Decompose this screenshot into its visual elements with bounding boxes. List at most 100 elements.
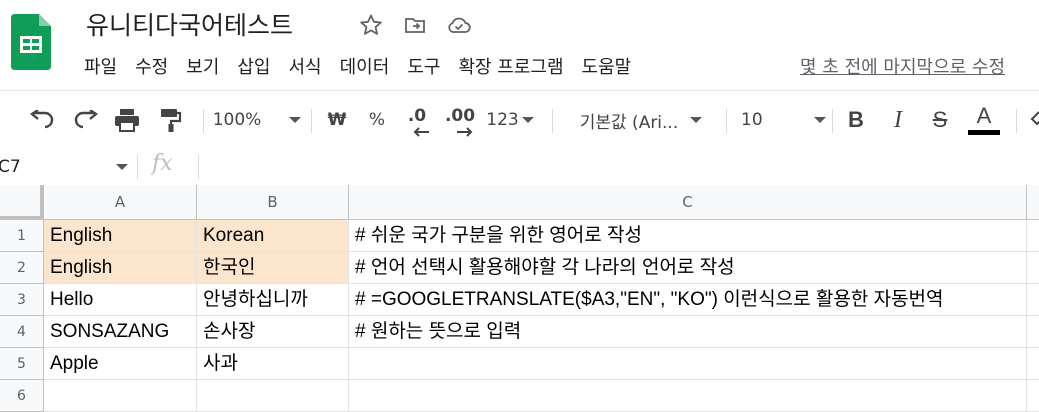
text-color-button[interactable]: A	[966, 91, 1002, 149]
cell-b3[interactable]: 안녕하십니까	[197, 284, 349, 316]
cell-c6[interactable]	[349, 380, 1027, 412]
paint-format-icon[interactable]	[154, 91, 188, 149]
cell-c2[interactable]: # 언어 선택시 활용해야할 각 나라의 언어로 작성	[349, 252, 1027, 284]
row-header-2[interactable]: 2	[0, 252, 44, 284]
cell-b2[interactable]: 한국인	[197, 252, 349, 284]
chevron-down-icon	[690, 117, 703, 123]
cell-d2[interactable]	[1027, 252, 1039, 284]
spreadsheet-grid: A B C 1 2 3 4 5 6 English Korean # 쉬운 국가…	[0, 185, 1039, 412]
document-title[interactable]: 유니티다국어테스트	[86, 6, 293, 42]
column-header-b[interactable]: B	[197, 185, 349, 220]
number-format-select[interactable]: 123	[484, 91, 536, 149]
row-header-3[interactable]: 3	[0, 284, 44, 316]
formula-divider	[137, 155, 138, 179]
cell-c5[interactable]	[349, 348, 1027, 380]
name-box[interactable]: C7	[0, 149, 130, 185]
cell-a5[interactable]: Apple	[44, 348, 197, 380]
currency-format-button[interactable]: ₩	[322, 91, 352, 149]
italic-button[interactable]: I	[884, 91, 912, 149]
undo-icon[interactable]	[26, 91, 60, 149]
cell-b6[interactable]	[197, 380, 349, 412]
chevron-down-icon	[521, 117, 534, 123]
cell-a6[interactable]	[44, 380, 197, 412]
google-sheets-logo-icon[interactable]	[11, 14, 51, 70]
fill-color-icon[interactable]	[1026, 91, 1039, 149]
column-header-d[interactable]	[1027, 185, 1039, 220]
cell-c4[interactable]: # 원하는 뜻으로 입력	[349, 316, 1027, 348]
zoom-value: 100%	[212, 110, 262, 130]
toolbar-divider	[552, 109, 553, 133]
font-family-label: 기본값 (Ari...	[579, 112, 679, 133]
font-family-select[interactable]: 기본값 (Ari...	[566, 91, 716, 149]
number-format-label: 123	[486, 110, 519, 130]
cell-a2[interactable]: English	[44, 252, 197, 284]
menu-format[interactable]: 서식	[289, 54, 334, 82]
percent-label: %	[368, 110, 386, 130]
last-edit-link[interactable]: 몇 초 전에 마지막으로 수정	[800, 54, 1005, 82]
cell-b4[interactable]: 손사장	[197, 316, 349, 348]
increase-decimal-button[interactable]: .00	[442, 91, 478, 149]
menu-help[interactable]: 도움말	[582, 54, 644, 82]
arrow-right-icon	[457, 127, 473, 137]
toolbar: 100% ₩ % .0 .00 123 기본값 (Ari... 10 B I S	[0, 90, 1039, 150]
toolbar-divider	[832, 109, 833, 133]
redo-icon[interactable]	[68, 91, 102, 149]
menu-data[interactable]: 데이터	[340, 54, 402, 82]
chevron-down-icon	[814, 117, 826, 123]
strikethrough-button[interactable]: S	[926, 91, 954, 149]
arrow-left-icon	[413, 127, 429, 137]
cell-d1[interactable]	[1027, 220, 1039, 252]
formula-divider	[198, 155, 199, 179]
percent-format-button[interactable]: %	[362, 91, 392, 149]
toolbar-divider	[203, 109, 204, 133]
menu-edit[interactable]: 수정	[135, 54, 180, 82]
toolbar-divider	[311, 109, 312, 133]
chevron-down-icon	[289, 117, 302, 123]
row-header-1[interactable]: 1	[0, 220, 44, 252]
zoom-select[interactable]: 100%	[212, 91, 302, 149]
fx-icon: fx	[152, 151, 173, 176]
increase-decimal-label: .00	[444, 106, 476, 126]
menu-insert[interactable]: 삽입	[237, 54, 282, 82]
menu-extensions[interactable]: 확장 프로그램	[458, 54, 575, 82]
cell-c1[interactable]: # 쉬운 국가 구분을 위한 영어로 작성	[349, 220, 1027, 252]
cell-b1[interactable]: Korean	[197, 220, 349, 252]
name-box-value: C7	[0, 157, 21, 177]
currency-label: ₩	[327, 110, 347, 130]
cell-a3[interactable]: Hello	[44, 284, 197, 316]
font-size-select[interactable]: 10	[736, 91, 826, 149]
cloud-saved-icon[interactable]	[446, 12, 472, 38]
row-header-6[interactable]: 6	[0, 380, 44, 412]
print-icon[interactable]	[110, 91, 144, 149]
menu-tools[interactable]: 도구	[407, 54, 452, 82]
cell-a1[interactable]: English	[44, 220, 197, 252]
row-header-5[interactable]: 5	[0, 348, 44, 380]
top-bar: 유니티다국어테스트 파일 수정 보기 삽입 서식 데이터 도구 확장 프로그램 …	[0, 0, 1039, 90]
column-header-a[interactable]: A	[44, 185, 197, 220]
toolbar-divider	[1016, 109, 1017, 133]
column-header-c[interactable]: C	[349, 185, 1027, 220]
bold-button[interactable]: B	[842, 91, 870, 149]
cell-c3[interactable]: # =GOOGLETRANSLATE($A3,"EN", "KO") 이런식으로…	[349, 284, 1027, 316]
text-color-swatch	[968, 130, 1000, 135]
cell-b5[interactable]: 사과	[197, 348, 349, 380]
formula-bar: C7 fx	[0, 149, 1039, 186]
cell-d5[interactable]	[1027, 348, 1039, 380]
menu-file[interactable]: 파일	[84, 54, 129, 82]
italic-icon: I	[894, 106, 902, 133]
cell-d6[interactable]	[1027, 380, 1039, 412]
font-size-label: 10	[741, 110, 763, 130]
chevron-down-icon	[116, 164, 128, 170]
move-to-folder-icon[interactable]	[402, 12, 428, 38]
cell-a4[interactable]: SONSAZANG	[44, 316, 197, 348]
strikethrough-icon: S	[932, 107, 948, 132]
decrease-decimal-label: .0	[407, 106, 427, 126]
select-all-corner[interactable]	[0, 185, 44, 220]
cell-d4[interactable]	[1027, 316, 1039, 348]
star-icon[interactable]	[358, 12, 384, 38]
decrease-decimal-button[interactable]: .0	[400, 91, 434, 149]
row-header-4[interactable]: 4	[0, 316, 44, 348]
cell-d3[interactable]	[1027, 284, 1039, 316]
menu-view[interactable]: 보기	[186, 54, 231, 82]
menu-bar: 파일 수정 보기 삽입 서식 데이터 도구 확장 프로그램 도움말	[84, 54, 643, 82]
